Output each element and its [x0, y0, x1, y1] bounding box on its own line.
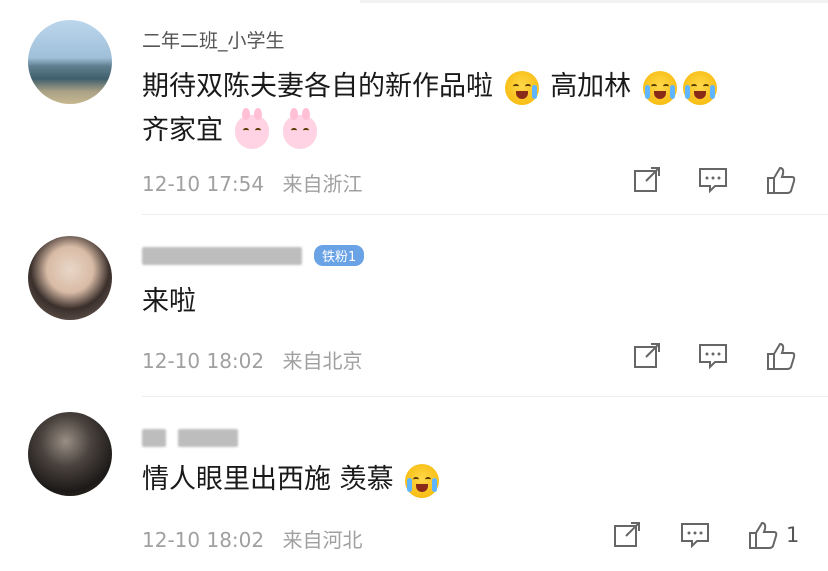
share-icon[interactable]: [632, 166, 662, 194]
comment-text: 期待双陈夫妻各自的新作品啦 高加林 齐家宜: [142, 65, 802, 153]
cry-emoji-icon: [642, 70, 677, 105]
comment-item: 铁粉1 来啦 12-10 18:02 来自北京: [0, 214, 828, 394]
avatar[interactable]: [28, 20, 112, 104]
comment-time: 12-10 18:02: [142, 349, 265, 373]
comment-meta: 12-10 18:02 来自北京: [142, 345, 374, 374]
share-icon[interactable]: [612, 521, 642, 549]
comment-icon[interactable]: [698, 166, 728, 194]
comment-text: 情人眼里出西施 羡慕: [142, 458, 802, 502]
comment-text-part: 情人眼里出西施 羡慕: [142, 464, 394, 495]
comment-text-part: 期待双陈夫妻各自的新作品啦: [142, 71, 493, 102]
comment-text-part: 高加林: [550, 71, 632, 102]
like-icon[interactable]: [748, 521, 778, 549]
comment-location: 来自北京: [282, 349, 363, 373]
like-icon[interactable]: [766, 166, 796, 194]
username-blurred: [142, 246, 302, 265]
comment-actions: [632, 166, 796, 194]
username[interactable]: [142, 426, 244, 448]
comment-item: 二年二班_小学生 期待双陈夫妻各自的新作品啦 高加林 齐家宜 12-10 17:…: [0, 0, 828, 210]
comment-time: 12-10 18:02: [142, 528, 265, 552]
fan-badge: 铁粉1: [314, 245, 365, 266]
cry-emoji-icon: [682, 70, 717, 105]
like-count: 1: [786, 523, 800, 547]
comment-item: 情人眼里出西施 羡慕 12-10 18:02 来自河北 1: [0, 396, 828, 571]
like-icon[interactable]: [766, 342, 796, 370]
avatar[interactable]: [28, 236, 112, 320]
comment-actions: [632, 342, 796, 370]
comment-meta: 12-10 18:02 来自河北: [142, 524, 374, 553]
cry-emoji-icon: [405, 463, 440, 498]
bunny-emoji-icon: [283, 107, 318, 149]
laugh-cry-emoji-icon: [504, 70, 539, 105]
comment-actions: 1: [612, 521, 799, 549]
comment-location: 来自浙江: [282, 172, 363, 196]
username-text[interactable]: 二年二班_小学生: [142, 30, 285, 52]
comment-text-part: 齐家宜: [142, 115, 223, 146]
bunny-emoji-icon: [234, 107, 269, 149]
comment-location: 来自河北: [282, 528, 363, 552]
comment-time: 12-10 17:54: [142, 172, 265, 196]
username[interactable]: 铁粉1: [142, 244, 365, 266]
username-blurred: [142, 428, 166, 447]
comment-text: 来啦: [142, 286, 196, 317]
username[interactable]: 二年二班_小学生: [142, 26, 285, 53]
comment-meta: 12-10 17:54 来自浙江: [142, 168, 374, 197]
comment-icon[interactable]: [680, 521, 710, 549]
username-blurred: [178, 428, 239, 447]
avatar[interactable]: [28, 412, 112, 496]
share-icon[interactable]: [632, 342, 662, 370]
comment-icon[interactable]: [698, 342, 728, 370]
